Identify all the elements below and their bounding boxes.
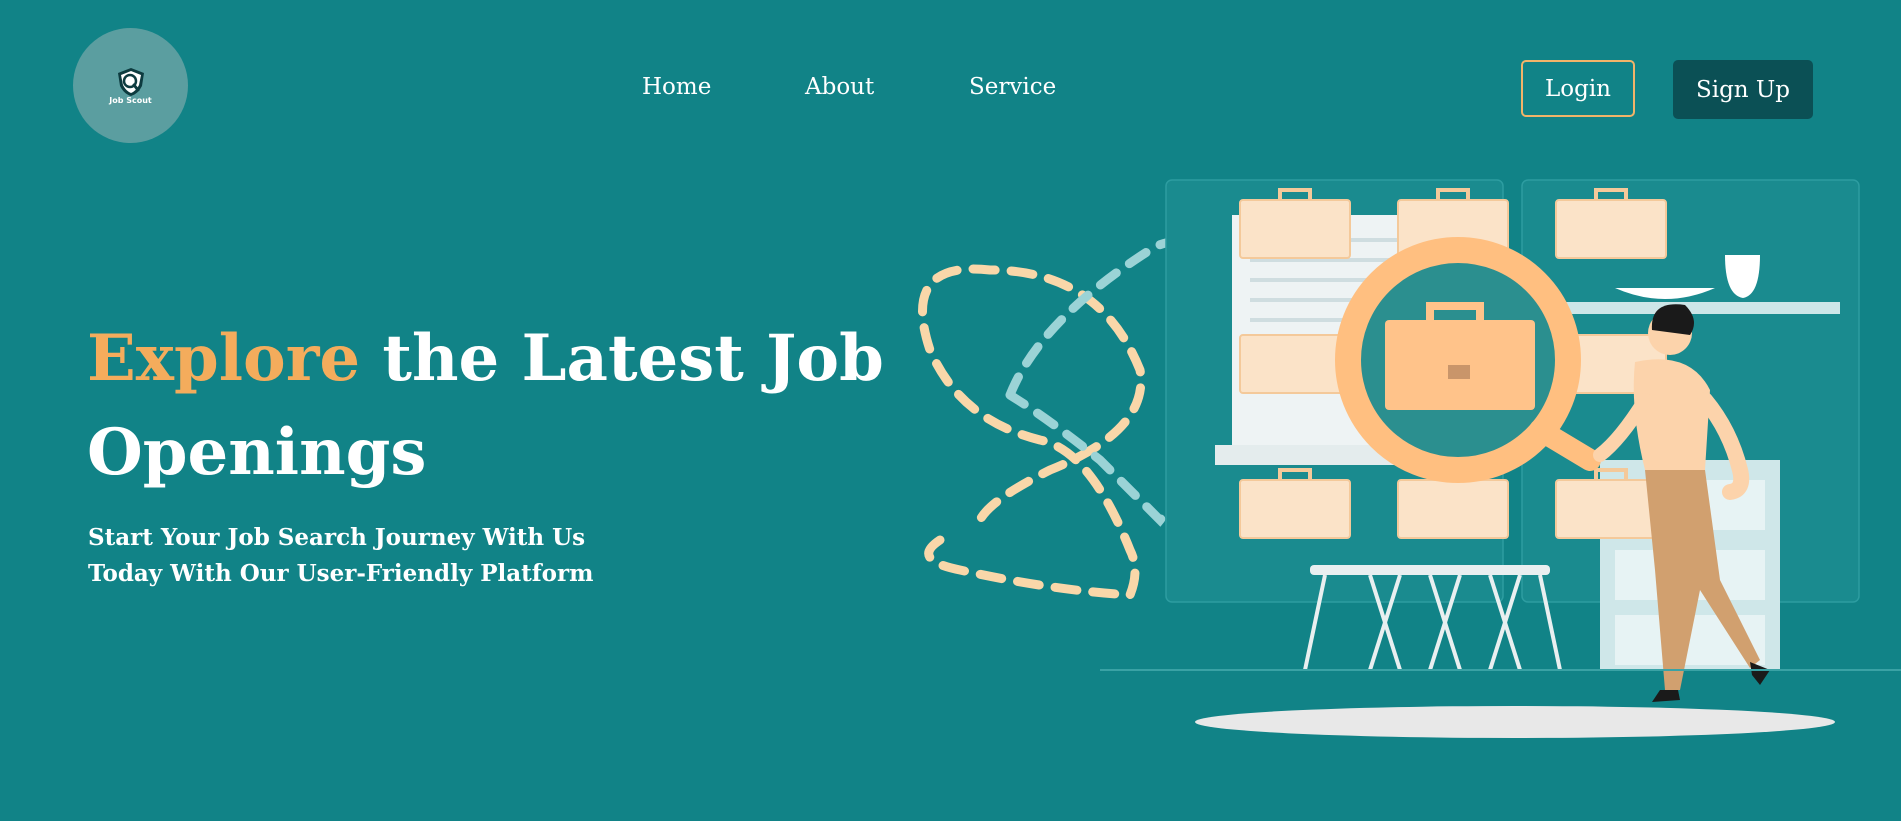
nav-home[interactable]: Home xyxy=(642,74,711,100)
hero-title: Explore the Latest Job Openings xyxy=(87,312,887,500)
shield-search-icon xyxy=(117,68,144,96)
table-top xyxy=(1310,565,1550,575)
hero-subtitle: Start Your Job Search Journey With Us To… xyxy=(88,520,608,592)
logo-text: Job Scout xyxy=(109,96,152,105)
hero-title-accent: Explore xyxy=(87,321,361,396)
magnifier-icon xyxy=(1335,237,1601,483)
landing-page: Job Scout Home About Service Login Sign … xyxy=(0,0,1901,821)
hero-subtitle-line-2: Today With Our User-Friendly Platform xyxy=(88,560,594,587)
job-search-illustration xyxy=(918,179,1901,738)
signup-button[interactable]: Sign Up xyxy=(1673,60,1813,119)
dashed-path-cream xyxy=(918,264,1146,600)
login-button[interactable]: Login xyxy=(1521,60,1635,117)
hero-subtitle-line-1: Start Your Job Search Journey With Us xyxy=(88,524,586,551)
floor-shadow xyxy=(1195,706,1835,738)
logo[interactable]: Job Scout xyxy=(73,28,188,143)
nav-about[interactable]: About xyxy=(805,74,874,100)
nav-service[interactable]: Service xyxy=(969,74,1056,100)
